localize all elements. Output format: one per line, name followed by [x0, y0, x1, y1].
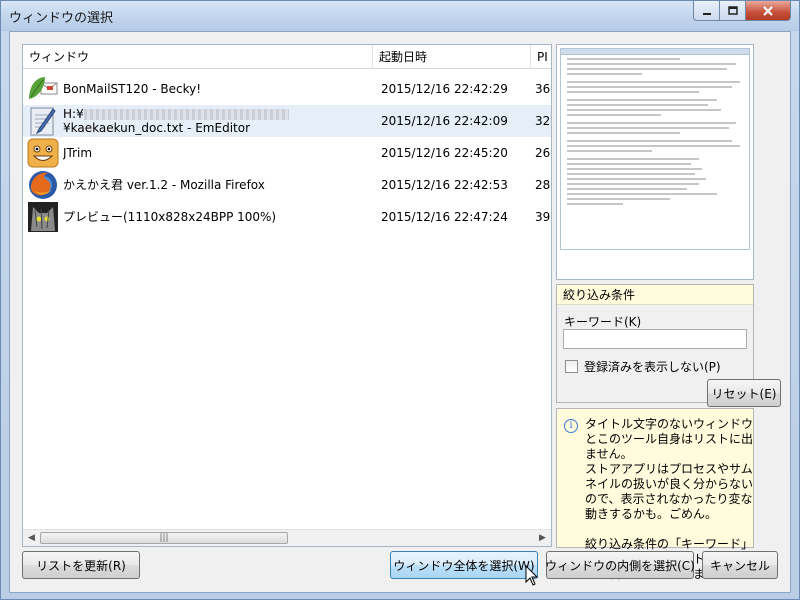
reset-button[interactable]: リセット(E) — [707, 379, 781, 407]
hide-registered-checkbox[interactable]: 登録済みを表示しない(P) — [565, 358, 721, 375]
cancel-button[interactable]: キャンセル — [702, 551, 778, 579]
window-name: H:¥ — [63, 107, 84, 121]
window-list[interactable]: ウィンドウ 起動日時 PI BonMailST120 - Becky! 2015… — [22, 44, 552, 547]
preview-thumbnail — [560, 48, 750, 250]
window-preview — [556, 44, 754, 280]
filter-group: 絞り込み条件 キーワード(K) 登録済みを表示しない(P) リセット(E) — [556, 284, 781, 407]
info-panel: i タイトル文字のないウィンドウとこのツール自身はリストに出ません。 ストアアプ… — [556, 408, 754, 581]
filter-title: 絞り込み条件 — [557, 285, 753, 305]
mouse-cursor-icon — [525, 565, 539, 586]
process-id: 320 — [535, 114, 551, 128]
firefox-icon — [27, 169, 59, 201]
scroll-left-icon[interactable]: ◀ — [23, 530, 40, 546]
process-id: 269 — [535, 146, 551, 160]
keyword-input[interactable] — [563, 329, 747, 349]
maximize-button[interactable] — [719, 1, 746, 21]
process-id: 390 — [535, 210, 551, 224]
minimize-icon — [702, 12, 711, 15]
dialog-client-area: ウィンドウ 起動日時 PI BonMailST120 - Becky! 2015… — [9, 31, 791, 593]
window-title: ウィンドウの選択 — [9, 11, 114, 26]
leaf-mail-icon — [27, 73, 59, 105]
list-header: ウィンドウ 起動日時 PI — [23, 45, 551, 69]
start-time: 2015/12/16 22:42:53 — [381, 178, 508, 192]
list-item[interactable]: プレビュー(1110x828x24BPP 100%) 2015/12/16 22… — [23, 201, 551, 233]
smiley-icon — [27, 137, 59, 169]
maximize-icon — [727, 5, 738, 15]
close-icon — [763, 5, 773, 16]
window-name: プレビュー(1110x828x24BPP 100%) — [63, 210, 277, 224]
refresh-list-button[interactable]: リストを更新(R) — [22, 551, 140, 579]
column-header-window[interactable]: ウィンドウ — [23, 45, 373, 69]
start-time: 2015/12/16 22:42:09 — [381, 114, 508, 128]
checkbox-icon[interactable] — [565, 360, 578, 373]
select-window-inner-button[interactable]: ウィンドウの内側を選択(C) — [545, 551, 695, 579]
minimize-button[interactable] — [693, 1, 720, 21]
notepad-icon — [27, 105, 59, 137]
window-name: かえかえ君 ver.1.2 - Mozilla Firefox — [63, 178, 265, 192]
column-header-pid[interactable]: PI — [531, 45, 551, 69]
keyword-label: キーワード(K) — [564, 315, 642, 329]
select-whole-window-button[interactable]: ウィンドウ全体を選択(W) — [390, 551, 538, 579]
window-name: JTrim — [63, 146, 93, 160]
process-id: 282 — [535, 178, 551, 192]
window-name: BonMailST120 - Becky! — [63, 82, 202, 96]
scroll-thumb[interactable]: ||| — [40, 532, 288, 544]
column-header-start-time[interactable]: 起動日時 — [373, 45, 531, 69]
list-item[interactable]: BonMailST120 - Becky! 2015/12/16 22:42:2… — [23, 73, 551, 105]
list-item[interactable]: かえかえ君 ver.1.2 - Mozilla Firefox 2015/12/… — [23, 169, 551, 201]
horizontal-scrollbar[interactable]: ◀ ||| ▶ — [23, 529, 551, 546]
scroll-right-icon[interactable]: ▶ — [534, 530, 551, 546]
title-bar[interactable]: ウィンドウの選択 — [1, 1, 799, 31]
list-item-selected[interactable]: H:¥ ¥kaekaekun_doc.txt - EmEditor 2015/1… — [23, 105, 551, 137]
process-id: 367 — [535, 82, 551, 96]
info-icon: i — [564, 419, 578, 433]
list-item[interactable]: JTrim 2015/12/16 22:45:20 269 — [23, 137, 551, 169]
start-time: 2015/12/16 22:47:24 — [381, 210, 508, 224]
hide-registered-label: 登録済みを表示しない(P) — [584, 360, 721, 374]
window-name-line2: ¥kaekaekun_doc.txt - EmEditor — [63, 121, 251, 135]
window-frame: ウィンドウの選択 ウィンドウ 起動日時 PI BonMailST120 - Be… — [0, 0, 800, 600]
close-button[interactable] — [745, 1, 791, 21]
start-time: 2015/12/16 22:45:20 — [381, 146, 508, 160]
start-time: 2015/12/16 22:42:29 — [381, 82, 508, 96]
redacted-path — [83, 109, 289, 120]
cat-preview-icon — [27, 201, 59, 233]
